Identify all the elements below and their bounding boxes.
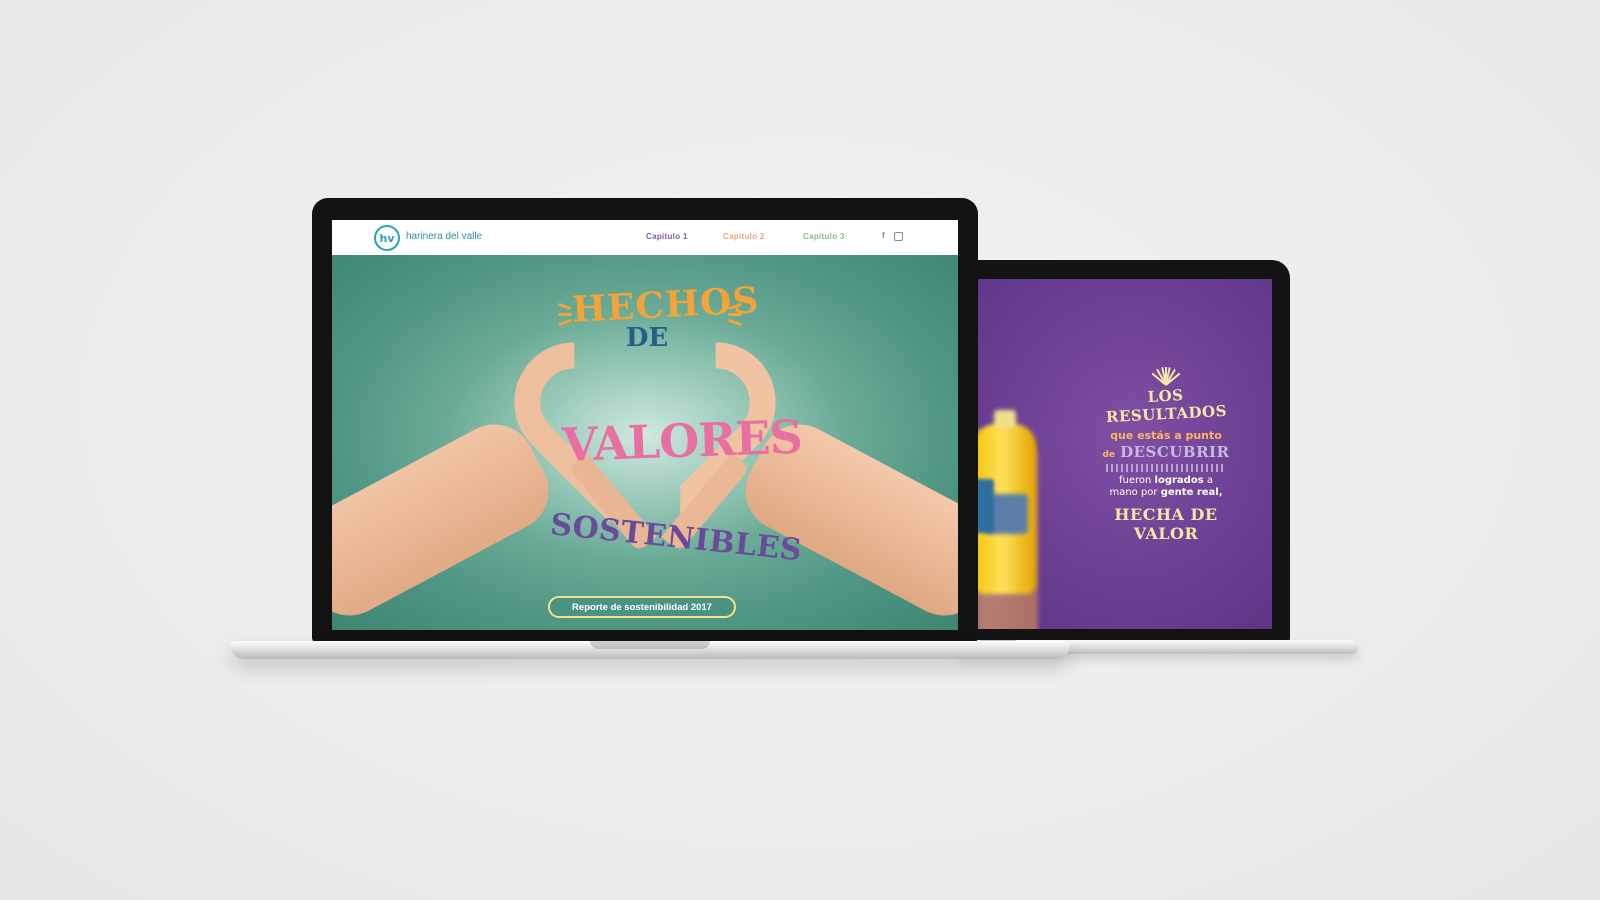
body-word: fueron xyxy=(1119,475,1152,486)
brand-name[interactable]: harinera del valle xyxy=(406,231,482,242)
hero-word-valores: VALORES xyxy=(561,409,803,472)
results-body: fueron logrados a mano por gente real, xyxy=(1086,475,1246,499)
discover-word: DESCUBRIR xyxy=(1120,443,1230,461)
instagram-icon[interactable] xyxy=(894,232,903,241)
front-laptop: hv harinera del valle Capitulo 1 Capitul… xyxy=(230,198,1070,678)
discover-line: de DESCUBRIR xyxy=(1086,442,1246,461)
results-message: LOS RESULTADOS que estás a punto de DESC… xyxy=(1086,359,1246,543)
body-bold-word: logrados xyxy=(1154,475,1204,486)
hero-banner: HECHOS DE VALORES SOSTENIBLES Reporte de… xyxy=(332,255,958,630)
nav-chapter-1[interactable]: Capitulo 1 xyxy=(646,232,688,241)
body-word: a xyxy=(1206,475,1213,486)
facebook-icon[interactable]: f xyxy=(882,231,885,240)
subline-text: que estás a punto xyxy=(1110,429,1222,442)
sustainability-report-button[interactable]: Reporte de sostenibilidad 2017 xyxy=(548,596,736,618)
discover-prefix: de xyxy=(1102,450,1116,460)
nav-chapter-2[interactable]: Capitulo 2 xyxy=(723,232,765,241)
front-laptop-notch xyxy=(590,641,710,649)
closing-headline: HECHA DE VALOR xyxy=(1114,505,1218,543)
left-arm-image xyxy=(332,410,563,630)
wave-divider xyxy=(1106,464,1226,472)
body-bold-word: gente real, xyxy=(1160,487,1223,498)
front-laptop-screen: hv harinera del valle Capitulo 1 Capitul… xyxy=(332,220,958,630)
brand-logo[interactable]: hv xyxy=(374,225,400,251)
hero-word-de: DE xyxy=(625,323,669,353)
nav-chapter-3[interactable]: Capitulo 3 xyxy=(803,232,845,241)
site-navbar: hv harinera del valle Capitulo 1 Capitul… xyxy=(332,220,958,255)
sunburst-rays-icon xyxy=(1131,359,1201,386)
results-body-line-2: mano por gente real, xyxy=(1086,487,1246,499)
results-body-line-1: fueron logrados a xyxy=(1086,475,1246,487)
results-headline: LOS RESULTADOS xyxy=(1105,386,1228,427)
body-word: mano por xyxy=(1109,487,1158,498)
results-subline: que estás a punto xyxy=(1086,429,1246,442)
